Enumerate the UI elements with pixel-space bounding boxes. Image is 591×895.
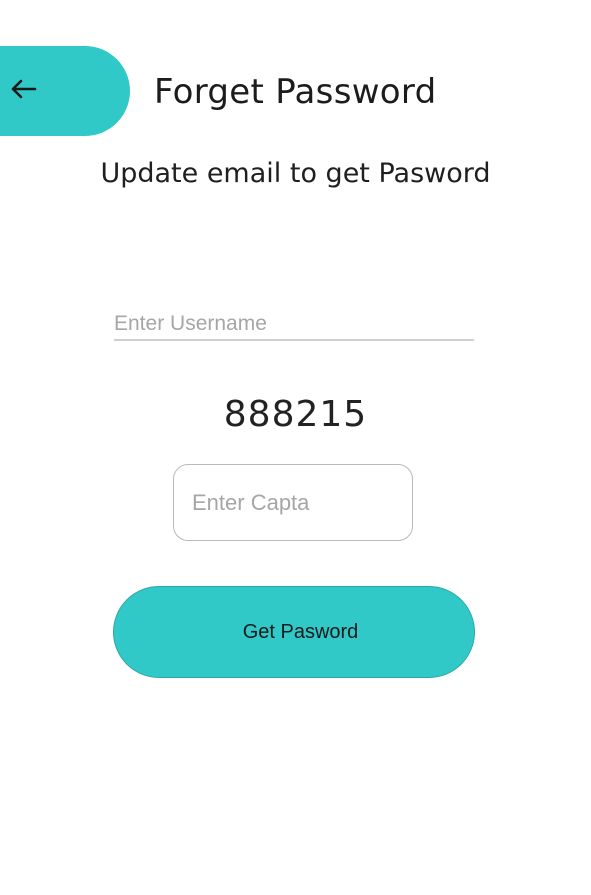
page-subtitle: Update email to get Pasword	[100, 158, 491, 189]
captcha-field[interactable]	[173, 464, 413, 541]
page-title: Forget Password	[154, 72, 437, 112]
captcha-input[interactable]	[192, 465, 392, 540]
captcha-code: 888215	[223, 394, 368, 435]
username-input[interactable]	[114, 308, 474, 339]
arrow-left-icon	[11, 79, 37, 99]
get-password-button[interactable]: Get Pasword	[113, 586, 475, 678]
back-button[interactable]	[0, 46, 130, 136]
username-field[interactable]	[114, 308, 474, 341]
